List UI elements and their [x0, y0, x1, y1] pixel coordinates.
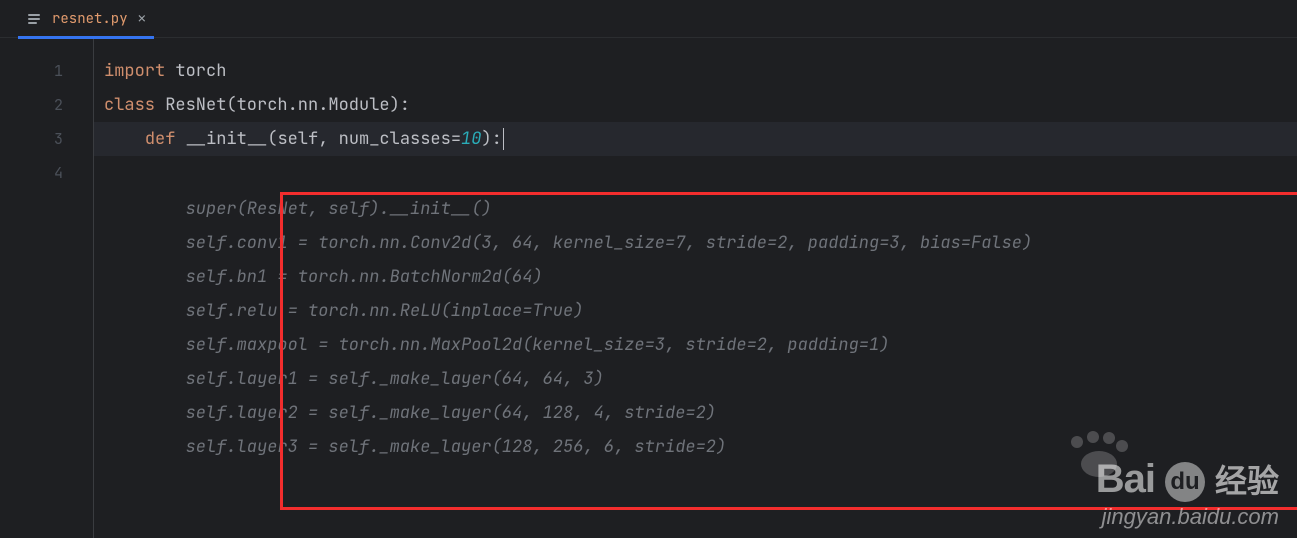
params: self, num_classes= [277, 128, 461, 150]
paren: ( [267, 128, 277, 150]
inline-suggestion[interactable]: super(ResNet, self).__init__() self.conv… [104, 192, 1032, 464]
editor: 1 2 3 4 import torch class ResNet(torch.… [0, 38, 1297, 538]
tab-filename: resnet.py [52, 10, 128, 28]
tab-bar: resnet.py ✕ [0, 0, 1297, 38]
suggestion-line: self.conv1 = torch.nn.Conv2d(3, 64, kern… [104, 226, 1032, 260]
keyword: def [145, 128, 176, 150]
indent [104, 128, 145, 150]
suggestion-line: self.relu = torch.nn.ReLU(inplace=True) [104, 294, 1032, 328]
text-caret [503, 128, 504, 150]
suggestion-line: self.layer2 = self._make_layer(64, 128, … [104, 396, 1032, 430]
line-number: 2 [0, 88, 93, 122]
suggestion-line: self.bn1 = torch.nn.BatchNorm2d(64) [104, 260, 1032, 294]
suggestion-line: self.layer1 = self._make_layer(64, 64, 3… [104, 362, 1032, 396]
line-number: 3 [0, 122, 93, 156]
class-name: ResNet [155, 94, 226, 116]
suggestion-line: self.maxpool = torch.nn.MaxPool2d(kernel… [104, 328, 1032, 362]
number-literal: 10 [461, 128, 481, 150]
paren: ): [390, 94, 410, 116]
file-lines-icon [26, 11, 42, 27]
code-text: torch.nn.Module [237, 94, 390, 116]
suggestion-line: super(ResNet, self).__init__() [104, 192, 1032, 226]
line-number: 1 [0, 54, 93, 88]
code-text: torch [165, 60, 226, 82]
suggestion-line: self.layer3 = self._make_layer(128, 256,… [104, 430, 1032, 464]
code-line: import torch [94, 54, 1297, 88]
tab-resnet[interactable]: resnet.py ✕ [18, 0, 154, 38]
keyword: import [104, 60, 165, 82]
code-line: class ResNet(torch.nn.Module): [94, 88, 1297, 122]
code-area[interactable]: import torch class ResNet(torch.nn.Modul… [94, 38, 1297, 538]
close-icon[interactable]: ✕ [138, 12, 146, 26]
paren: ): [481, 128, 501, 150]
paren: ( [226, 94, 236, 116]
gutter: 1 2 3 4 [0, 38, 94, 538]
line-number: 4 [0, 156, 93, 190]
code-line-current: def __init__(self, num_classes=10): [94, 122, 1297, 156]
func-name: __init__ [175, 128, 267, 150]
keyword: class [104, 94, 155, 116]
